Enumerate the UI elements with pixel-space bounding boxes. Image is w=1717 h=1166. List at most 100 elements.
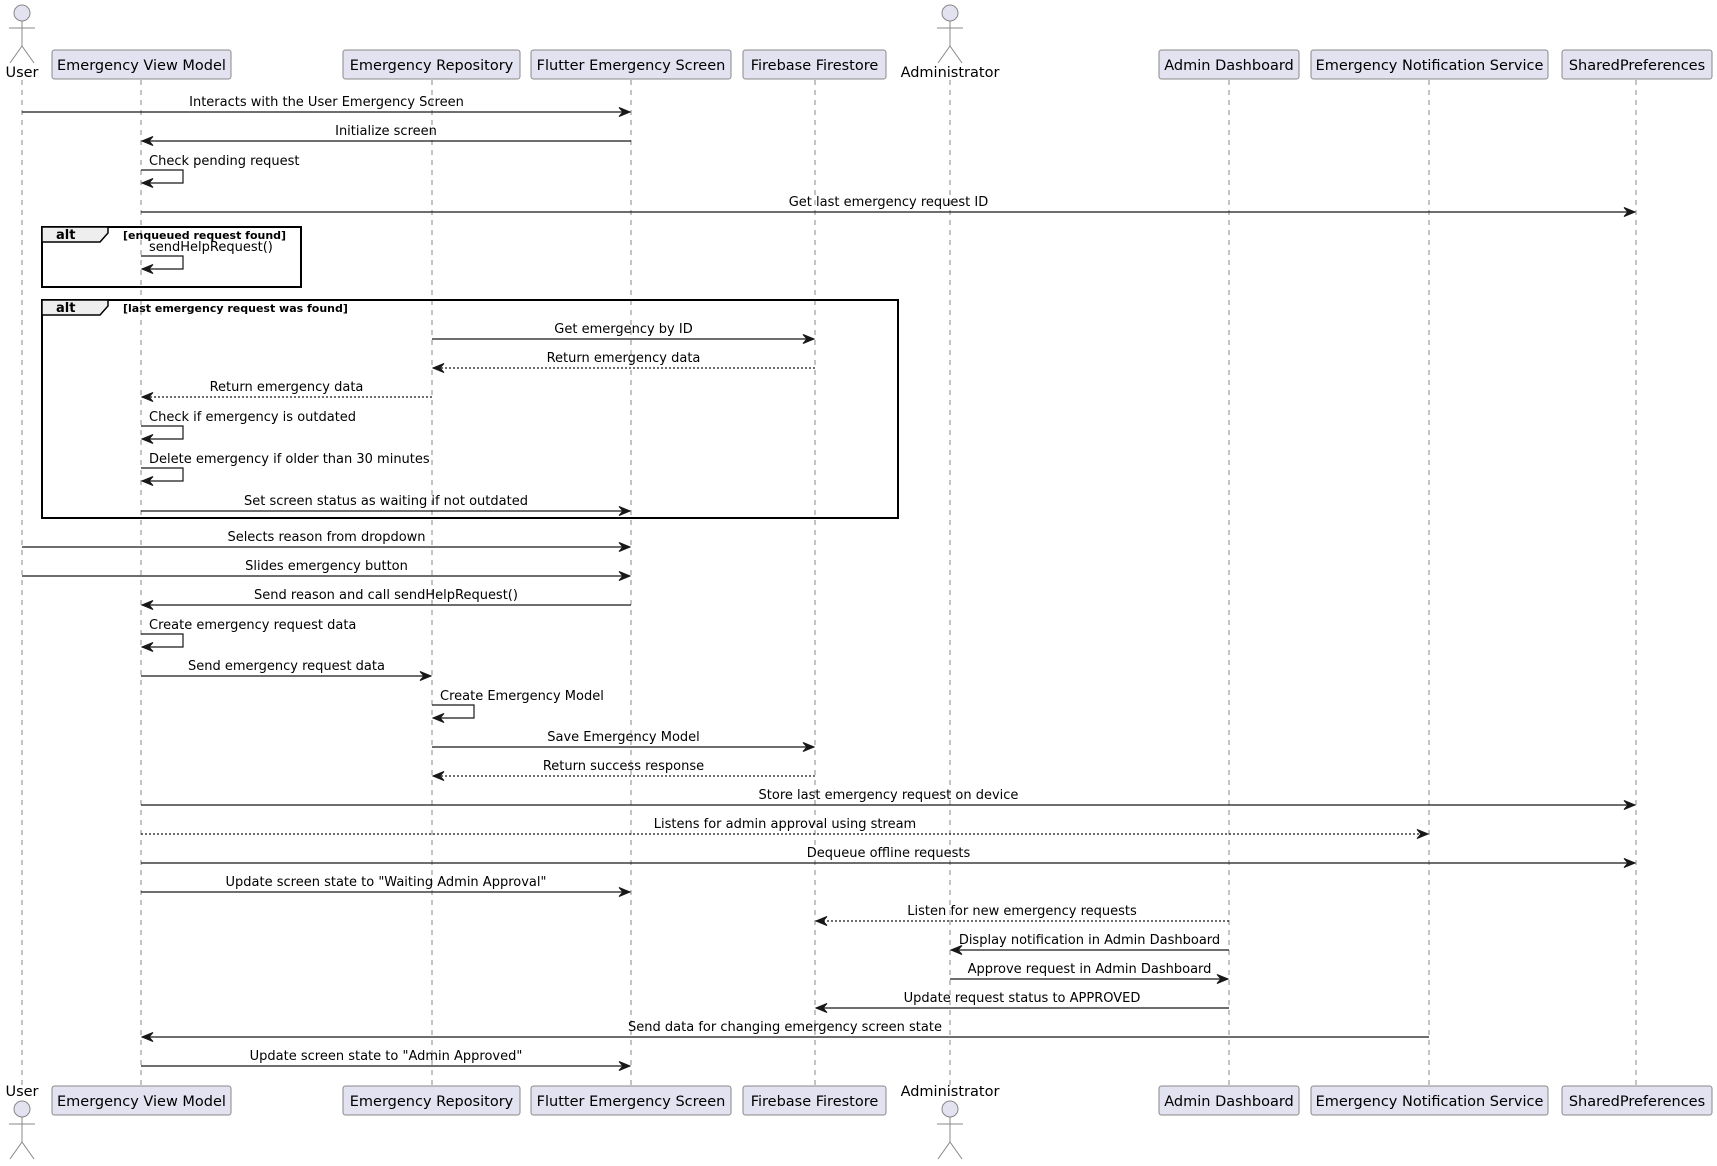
message-label: Check pending request (149, 154, 300, 169)
participant-flutter-emergency-screen-top[interactable]: Flutter Emergency Screen (530, 49, 732, 80)
message-selects-reason-from-dropdown: Selects reason from dropdown (22, 530, 632, 552)
message-label: Return success response (543, 759, 704, 774)
message-sendhelprequest: sendHelpRequest() (140, 240, 273, 274)
alt-condition: [last emergency request was found] (123, 302, 348, 315)
participant-label: Firebase Firestore (751, 1094, 879, 1110)
participant-label: SharedPreferences (1569, 58, 1705, 74)
message-store-last-emergency-request-on-device: Store last emergency request on device (141, 788, 1637, 810)
participant-label: Emergency View Model (57, 58, 226, 74)
message-label: Initialize screen (335, 124, 437, 139)
alt-keyword: alt (56, 301, 75, 316)
message-label: Get emergency by ID (554, 322, 692, 337)
message-listens-for-admin-approval-using-stream: Listens for admin approval using stream (141, 817, 1430, 839)
message-label: Update request status to APPROVED (904, 991, 1141, 1006)
participant-sharedpreferences-top[interactable]: SharedPreferences (1561, 49, 1713, 80)
message-approve-request-in-admin-dashboard: Approve request in Admin Dashboard (950, 962, 1230, 984)
message-send-reason-and-call-sendhelprequest: Send reason and call sendHelpRequest() (140, 588, 631, 610)
participant-administrator-top[interactable]: Administrator (901, 4, 1000, 81)
participant-label: Admin Dashboard (1164, 58, 1294, 74)
participant-emergency-notification-service-bottom[interactable]: Emergency Notification Service (1310, 1085, 1549, 1116)
actor-icon (9, 1100, 35, 1160)
message-get-last-emergency-request-id: Get last emergency request ID (141, 195, 1637, 217)
message-label: Delete emergency if older than 30 minute… (149, 452, 430, 467)
participant-label: Flutter Emergency Screen (537, 58, 726, 74)
message-delete-emergency-if-older-than-30-minutes: Delete emergency if older than 30 minute… (140, 452, 430, 486)
participant-label: Admin Dashboard (1164, 1094, 1294, 1110)
participant-label: User (5, 1084, 38, 1100)
message-set-screen-status-as-waiting-if-not-outdated: Set screen status as waiting if not outd… (141, 494, 632, 516)
message-label: Store last emergency request on device (759, 788, 1019, 803)
message-label: Return emergency data (210, 380, 364, 395)
message-label: Dequeue offline requests (807, 846, 971, 861)
message-return-emergency-data: Return emergency data (431, 351, 815, 373)
participant-user-top[interactable]: User (5, 4, 39, 81)
actor-icon (9, 4, 35, 64)
message-interacts-with-the-user-emergency-screen: Interacts with the User Emergency Screen (22, 95, 632, 117)
message-save-emergency-model: Save Emergency Model (432, 730, 816, 752)
participant-flutter-emergency-screen-bottom[interactable]: Flutter Emergency Screen (530, 1085, 732, 1116)
participant-label: Emergency View Model (57, 1094, 226, 1110)
message-label: Send emergency request data (188, 659, 385, 674)
participant-emergency-notification-service-top[interactable]: Emergency Notification Service (1310, 49, 1549, 80)
message-send-data-for-changing-emergency-screen-state: Send data for changing emergency screen … (140, 1020, 1429, 1042)
participant-label: Emergency Repository (350, 58, 514, 74)
participant-sharedpreferences-bottom[interactable]: SharedPreferences (1561, 1085, 1713, 1116)
message-return-success-response: Return success response (431, 759, 815, 781)
participant-firebase-firestore-top[interactable]: Firebase Firestore (742, 49, 887, 80)
message-slides-emergency-button: Slides emergency button (22, 559, 632, 581)
participant-admin-dashboard-bottom[interactable]: Admin Dashboard (1158, 1085, 1300, 1116)
message-label: Display notification in Admin Dashboard (959, 933, 1220, 948)
actor-icon (937, 1100, 963, 1160)
message-label: Create emergency request data (149, 618, 356, 633)
participant-emergency-repository-bottom[interactable]: Emergency Repository (342, 1085, 521, 1116)
message-label: Update screen state to "Waiting Admin Ap… (226, 875, 547, 890)
message-label: Send data for changing emergency screen … (628, 1020, 942, 1035)
participant-user-bottom[interactable]: User (5, 1084, 39, 1160)
participant-label: Flutter Emergency Screen (537, 1094, 726, 1110)
message-create-emergency-request-data: Create emergency request data (140, 618, 356, 652)
message-check-pending-request: Check pending request (140, 154, 300, 188)
participant-firebase-firestore-bottom[interactable]: Firebase Firestore (742, 1085, 887, 1116)
message-initialize-screen: Initialize screen (140, 124, 631, 146)
message-label: Approve request in Admin Dashboard (968, 962, 1212, 977)
actor-icon (937, 4, 963, 64)
participant-label: User (5, 65, 38, 81)
participant-label: Emergency Notification Service (1316, 58, 1544, 74)
participant-admin-dashboard-top[interactable]: Admin Dashboard (1158, 49, 1300, 80)
participant-emergency-repository-top[interactable]: Emergency Repository (342, 49, 521, 80)
message-label: Check if emergency is outdated (149, 410, 356, 425)
message-label: Listens for admin approval using stream (654, 817, 916, 832)
sequence-diagram: alt [enqueued request found]alt [last emer… (5, 4, 1713, 1160)
message-label: Create Emergency Model (440, 689, 604, 704)
message-display-notification-in-admin-dashboard: Display notification in Admin Dashboard (949, 933, 1229, 955)
message-update-screen-state-to-waiting-admin-approval: Update screen state to "Waiting Admin Ap… (141, 875, 632, 897)
message-label: Send reason and call sendHelpRequest() (254, 588, 518, 603)
message-label: Get last emergency request ID (789, 195, 989, 210)
alt-keyword: alt (56, 228, 75, 243)
participant-label: Emergency Notification Service (1316, 1094, 1544, 1110)
message-update-screen-state-to-admin-approved: Update screen state to "Admin Approved" (141, 1049, 632, 1071)
message-label: Interacts with the User Emergency Screen (189, 95, 464, 110)
message-listen-for-new-emergency-requests: Listen for new emergency requests (814, 904, 1229, 926)
participant-administrator-bottom[interactable]: Administrator (901, 1084, 1000, 1160)
arrowhead-icon (814, 916, 828, 926)
message-label: Update screen state to "Admin Approved" (250, 1049, 523, 1064)
participant-label: Firebase Firestore (751, 58, 879, 74)
alt-frame-border (41, 299, 899, 519)
message-create-emergency-model: Create Emergency Model (431, 689, 604, 723)
message-get-emergency-by-id: Get emergency by ID (432, 322, 816, 344)
message-label: Selects reason from dropdown (227, 530, 425, 545)
message-label: Listen for new emergency requests (907, 904, 1137, 919)
message-label: Slides emergency button (245, 559, 408, 574)
message-send-emergency-request-data: Send emergency request data (141, 659, 433, 681)
message-return-emergency-data: Return emergency data (140, 380, 432, 402)
participant-label: Emergency Repository (350, 1094, 514, 1110)
message-label: sendHelpRequest() (149, 240, 273, 255)
message-dequeue-offline-requests: Dequeue offline requests (141, 846, 1637, 868)
alt-frame: alt [enqueued request found] (41, 226, 302, 288)
message-update-request-status-to-approved: Update request status to APPROVED (814, 991, 1229, 1013)
message-check-if-emergency-is-outdated: Check if emergency is outdated (140, 410, 356, 444)
participant-label: SharedPreferences (1569, 1094, 1705, 1110)
participant-emergency-view-model-bottom[interactable]: Emergency View Model (51, 1085, 232, 1116)
participant-emergency-view-model-top[interactable]: Emergency View Model (51, 49, 232, 80)
